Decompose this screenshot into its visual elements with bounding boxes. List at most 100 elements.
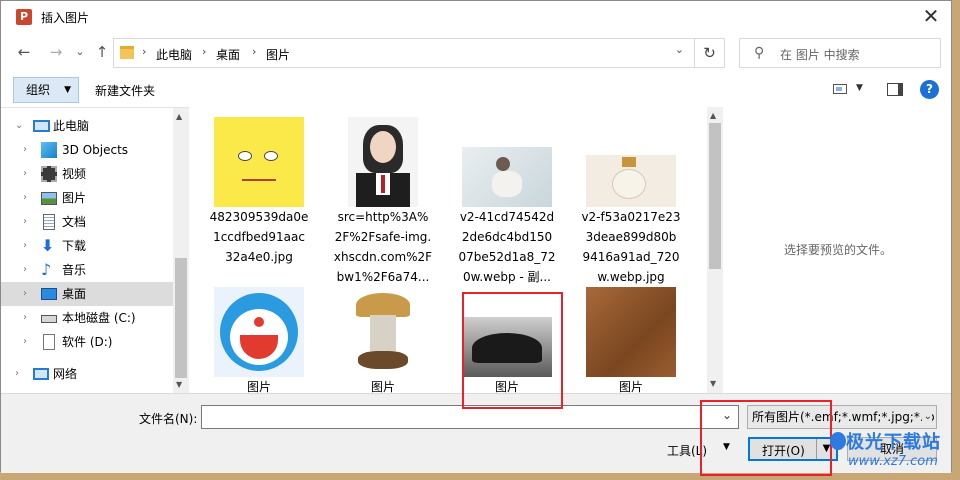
close-icon[interactable]: ✕ (919, 5, 943, 29)
music-icon: ♪ (41, 260, 52, 279)
sidebar-scrollbar[interactable]: ▲ ▼ (173, 108, 189, 394)
sidebar-item-desktop[interactable]: › 桌面 (1, 282, 175, 306)
watermark-site-name: 极光下载站 (846, 432, 941, 453)
chevron-right-icon[interactable]: › (23, 306, 27, 330)
breadcrumb-this-pc[interactable]: 此电脑 (156, 46, 192, 63)
chevron-right-icon[interactable]: › (23, 330, 27, 354)
file-name: v2-f53a0217e23 3deae899d80b 9416a91ad_720 w… (581, 210, 681, 284)
file-item[interactable]: 482309539da0e 1ccdfbed91aac 32a4e0.jpg (203, 117, 315, 267)
sidebar-item-label: 软件 (D:) (62, 335, 113, 349)
forward-arrow-icon[interactable]: → (47, 43, 65, 61)
preview-pane-icon[interactable] (887, 83, 903, 96)
file-thumbnail (348, 117, 418, 207)
sidebar-item-this-pc[interactable]: ⌄ 此电脑 (1, 114, 175, 138)
file-name: 图片 (618, 380, 643, 393)
organize-label: 组织 (26, 83, 51, 97)
breadcrumb-desktop[interactable]: 桌面 (216, 46, 240, 63)
scroll-up-icon[interactable]: ▲ (176, 112, 182, 121)
sidebar-item-pictures[interactable]: › 图片 (1, 186, 175, 210)
sidebar-item-label: 桌面 (62, 287, 87, 301)
sidebar-item-music[interactable]: › ♪ 音乐 (1, 258, 175, 282)
picture-icon (41, 192, 57, 205)
search-box[interactable]: ⚲ 在 图片 中搜索 (739, 38, 941, 68)
file-name: src=http%3A% 2F%2Fsafe-img. xhscdn.com%2F b… (333, 210, 433, 284)
sidebar-item-downloads[interactable]: › ⬇ 下载 (1, 234, 175, 258)
filename-label: 文件名(N): (139, 412, 198, 426)
computer-icon (33, 120, 50, 132)
sidebar-item-label: 图片 (62, 191, 87, 205)
powerpoint-app-icon: P (16, 9, 32, 25)
chevron-right-icon[interactable]: › (23, 258, 27, 282)
file-item[interactable]: 图片 (327, 287, 439, 393)
watermark: 极光下载站 www.xz7.com (830, 424, 955, 478)
sidebar-item-label: 网络 (53, 367, 78, 381)
scroll-down-icon[interactable]: ▼ (710, 379, 716, 388)
sidebar-item-label: 音乐 (62, 263, 87, 277)
chevron-right-icon[interactable]: › (23, 210, 27, 234)
scroll-down-icon[interactable]: ▼ (176, 380, 182, 389)
preview-placeholder-text: 选择要预览的文件。 (783, 243, 892, 257)
file-thumbnail (214, 287, 304, 377)
sidebar-item-label: 下载 (62, 239, 87, 253)
file-name: 图片 (246, 380, 271, 393)
breadcrumb-separator-icon: › (202, 45, 207, 58)
chevron-right-icon[interactable]: › (23, 282, 27, 306)
sidebar-item-3d-objects[interactable]: › 3D Objects (1, 138, 175, 162)
chevron-right-icon[interactable]: › (23, 162, 27, 186)
folder-icon (120, 46, 134, 59)
up-arrow-icon[interactable]: ↑ (93, 43, 111, 61)
breadcrumb-separator-icon: › (252, 45, 257, 58)
file-item[interactable]: v2-f53a0217e23 3deae899d80b 9416a91ad_720 w… (575, 117, 687, 287)
sidebar-scrollbar-thumb[interactable] (175, 258, 187, 378)
search-placeholder: 在 图片 中搜索 (780, 48, 860, 62)
download-icon: ⬇ (41, 236, 55, 255)
organize-button[interactable]: 组织 ▼ (13, 77, 79, 103)
file-list: 482309539da0e 1ccdfbed91aac 32a4e0.jpg src… (193, 107, 723, 393)
desktop-icon (41, 288, 57, 300)
file-item[interactable]: v2-41cd74542d 2de6dc4bd150 07be52d1a8_72 0w… (451, 117, 563, 287)
file-item[interactable]: 图片 (203, 287, 315, 393)
chevron-down-icon: ▼ (64, 85, 71, 95)
sidebar-item-label: 视频 (62, 167, 87, 181)
file-thumbnail (586, 287, 676, 377)
sidebar-item-documents[interactable]: › 文档 (1, 210, 175, 234)
file-list-scrollbar-thumb[interactable] (709, 123, 721, 269)
address-dropdown-icon[interactable]: ⌄ (675, 43, 684, 56)
breadcrumb-pictures[interactable]: 图片 (266, 46, 290, 63)
sidebar-item-videos[interactable]: › 视频 (1, 162, 175, 186)
watermark-url: www.xz7.com (848, 454, 938, 469)
sidebar-item-local-disk-c[interactable]: › 本地磁盘 (C:) (1, 306, 175, 330)
command-toolbar: 组织 ▼ 新建文件夹 ▼ ? (1, 75, 951, 105)
scroll-up-icon[interactable]: ▲ (710, 111, 716, 120)
view-options-chevron-icon[interactable]: ▼ (856, 83, 863, 93)
sidebar-item-network[interactable]: › 网络 (1, 362, 175, 386)
file-name: 482309539da0e 1ccdfbed91aac 32a4e0.jpg (209, 210, 309, 264)
back-arrow-icon[interactable]: ← (15, 43, 33, 61)
file-item[interactable]: 图片 (575, 287, 687, 393)
preview-pane: 选择要预览的文件。 (725, 107, 951, 393)
breadcrumb-separator-icon: › (142, 45, 147, 58)
sidebar-item-label: 此电脑 (53, 119, 90, 133)
highlight-box-selected-picture (462, 292, 563, 409)
chevron-down-icon[interactable]: ⌄ (15, 114, 23, 138)
refresh-icon[interactable]: ↻ (694, 39, 724, 67)
file-thumbnail (586, 117, 676, 207)
file-name: 图片 (370, 380, 395, 393)
video-icon (41, 166, 57, 182)
file-item[interactable]: src=http%3A% 2F%2Fsafe-img. xhscdn.com%2F b… (327, 117, 439, 287)
help-icon[interactable]: ? (920, 80, 939, 99)
new-folder-button[interactable]: 新建文件夹 (95, 82, 155, 99)
chevron-right-icon[interactable]: › (23, 138, 27, 162)
file-list-scrollbar[interactable]: ▲ ▼ (707, 107, 723, 393)
cube-3d-icon (41, 142, 57, 158)
document-icon (43, 214, 55, 230)
chevron-right-icon[interactable]: › (15, 362, 19, 386)
recent-locations-chevron-icon[interactable]: ⌄ (71, 43, 89, 61)
highlight-box-open-button (700, 400, 832, 476)
sidebar-item-label: 本地磁盘 (C:) (62, 311, 136, 325)
address-bar[interactable]: › 此电脑 › 桌面 › 图片 ⌄ ↻ (113, 38, 725, 68)
chevron-right-icon[interactable]: › (23, 234, 27, 258)
change-view-icon[interactable] (833, 84, 847, 94)
chevron-right-icon[interactable]: › (23, 186, 27, 210)
sidebar-item-software-d[interactable]: › 软件 (D:) (1, 330, 175, 354)
